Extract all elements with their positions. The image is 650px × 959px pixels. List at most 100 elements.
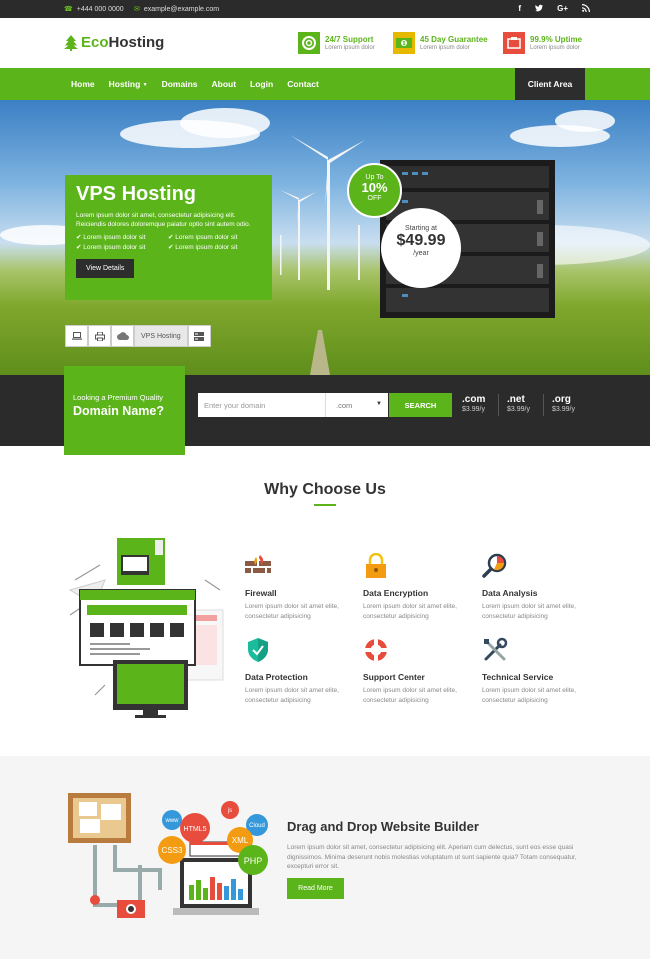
phone-icon: ☎ [64, 6, 73, 13]
nav-hosting[interactable]: Hosting ▼ [109, 79, 148, 89]
tree-icon [64, 34, 78, 51]
feature-title: 24/7 Support [325, 35, 374, 44]
uptime-icon [503, 32, 525, 54]
tag-js: js [227, 808, 232, 814]
feature-support: 24/7 Support Lorem ipsum dolor [298, 32, 375, 54]
feature-text: Lorem ipsum dolor sit amet elite, consec… [482, 603, 576, 620]
check-icon: ✔ [76, 244, 82, 251]
promo-bottom: OFF [367, 195, 382, 202]
view-details-button[interactable]: View Details [76, 259, 135, 278]
check-item: ✔ Lorem ipsum dolor sit [168, 243, 260, 251]
read-more-button[interactable]: Read More [287, 878, 344, 899]
hosting-tabs: VPS Hosting [65, 325, 211, 347]
top-bar: ☎ +444 000 0000 ✉ example@example.com f … [0, 0, 650, 18]
twitter-icon[interactable] [535, 4, 544, 14]
feature-guarantee: $ 45 Day Guarantee Lorem ipsum dolor [393, 32, 488, 54]
chevron-down-icon: ▼ [376, 401, 382, 407]
feature-text: Lorem ipsum dolor sit amet elite, consec… [363, 687, 457, 704]
tag-css3: CSS3 [162, 846, 183, 855]
nav-login[interactable]: Login [250, 79, 273, 89]
rss-icon[interactable] [582, 4, 590, 14]
domain-promo-subtitle: Looking a Premium Quality [73, 393, 164, 402]
why-choose-us-heading: Why Choose Us [264, 481, 386, 498]
feature-data-protection: Data Protection Lorem ipsum dolor sit am… [245, 637, 360, 706]
feature-title: 99.9% Uptime [530, 35, 583, 44]
tld-price: $3.99/y [462, 406, 485, 413]
tld-select-value: .com [336, 401, 353, 410]
tag-cloud: Cloud [249, 823, 265, 829]
feature-subtitle: Lorem ipsum dolor [325, 45, 375, 51]
tld-select[interactable]: .com ▼ [325, 393, 388, 417]
feature-text: Lorem ipsum dolor sit amet elite, consec… [245, 687, 339, 704]
firewall-icon [245, 555, 271, 573]
domain-search-input[interactable]: Enter your domain [198, 393, 325, 417]
feature-data-analysis: Data Analysis Lorem ipsum dolor sit amet… [482, 553, 597, 622]
feature-firewall: Firewall Lorem ipsum dolor sit amet elit… [245, 553, 360, 622]
field-path [310, 330, 330, 375]
feature-support-center: Support Center Lorem ipsum dolor sit ame… [363, 637, 478, 706]
tools-icon [484, 637, 508, 661]
check-text: Lorem ipsum dolor sit [175, 234, 238, 241]
hero-title: VPS Hosting [76, 183, 197, 205]
site-header: Eco Hosting 24/7 Support Lorem ipsum dolor… [0, 18, 650, 68]
phone-contact[interactable]: ☎ +444 000 0000 [64, 5, 124, 14]
social-links: f G+ [518, 4, 590, 14]
tab-vps-hosting[interactable]: VPS Hosting [134, 325, 188, 347]
email-contact[interactable]: ✉ example@example.com [134, 5, 219, 14]
tag-www: www [165, 818, 180, 824]
check-text: Lorem ipsum dolor sit [83, 244, 146, 251]
website-builder-illustration [68, 538, 224, 718]
drag-drop-illustration: www HTML5 js Cloud CSS3 XML PHP [68, 793, 268, 918]
tab-reseller-printer-icon[interactable] [88, 325, 111, 347]
domain-promo-title: Domain Name? [73, 404, 164, 418]
google-plus-icon[interactable]: G+ [557, 4, 568, 14]
facebook-icon[interactable]: f [518, 4, 521, 14]
support-icon [298, 32, 320, 54]
feature-technical-service: Technical Service Lorem ipsum dolor sit … [482, 637, 597, 706]
check-item: ✔ Lorem ipsum dolor sit [76, 233, 168, 241]
tag-xml: XML [232, 836, 249, 845]
logo[interactable]: Eco Hosting [64, 34, 164, 51]
envelope-icon: ✉ [134, 6, 140, 13]
nav-hosting-label: Hosting [108, 79, 141, 89]
hero-banner: VPS Hosting Lorem ipsum dolor sit amet, … [0, 100, 650, 375]
feature-subtitle: Lorem ipsum dolor [420, 45, 470, 51]
feature-title: Support Center [363, 672, 425, 682]
tld-price: $3.99/y [507, 406, 530, 413]
feature-title: Data Encryption [363, 588, 429, 598]
tab-shared-laptop-icon[interactable] [65, 325, 88, 347]
tab-dedicated-server-icon[interactable] [187, 325, 211, 347]
nav-about[interactable]: About [212, 79, 237, 89]
nav-contact[interactable]: Contact [287, 79, 319, 89]
price-amount: $49.99 [396, 232, 446, 249]
feature-text: Lorem ipsum dolor sit amet elite, consec… [363, 603, 457, 620]
tld-org: .org $3.99/y [552, 394, 575, 413]
divider [543, 394, 544, 416]
logo-text-eco: Eco [81, 34, 109, 51]
check-text: Lorem ipsum dolor sit [175, 244, 238, 251]
domain-search-button[interactable]: SEARCH [389, 393, 452, 417]
price-label: Starting at [405, 225, 437, 232]
nav-home[interactable]: Home [71, 79, 95, 89]
domain-promo-box: Looking a Premium Quality Domain Name? [64, 366, 185, 455]
promo-percent: 10% [361, 180, 388, 195]
feature-title: Data Analysis [482, 588, 538, 598]
tab-cloud-icon[interactable] [111, 325, 134, 347]
tld-net: .net $3.99/y [507, 394, 530, 413]
divider [498, 394, 499, 416]
check-item: ✔ Lorem ipsum dolor sit [76, 243, 168, 251]
tag-php: PHP [244, 856, 263, 866]
check-text: Lorem ipsum dolor sit [83, 234, 146, 241]
tag-html5: HTML5 [184, 826, 207, 833]
client-area-button[interactable]: Client Area [515, 68, 585, 100]
heading-underline [314, 504, 336, 506]
shield-icon [248, 638, 268, 662]
cloud [180, 108, 270, 138]
money-icon: $ [393, 32, 415, 54]
feature-uptime: 99.9% Uptime Lorem ipsum dolor [503, 32, 582, 54]
logo-text-hosting: Hosting [108, 34, 165, 51]
feature-data-encryption: Data Encryption Lorem ipsum dolor sit am… [363, 552, 478, 622]
price-badge: Starting at $49.99 /year [381, 208, 461, 288]
magnifier-chart-icon [482, 553, 507, 578]
nav-domains[interactable]: Domains [162, 79, 198, 89]
